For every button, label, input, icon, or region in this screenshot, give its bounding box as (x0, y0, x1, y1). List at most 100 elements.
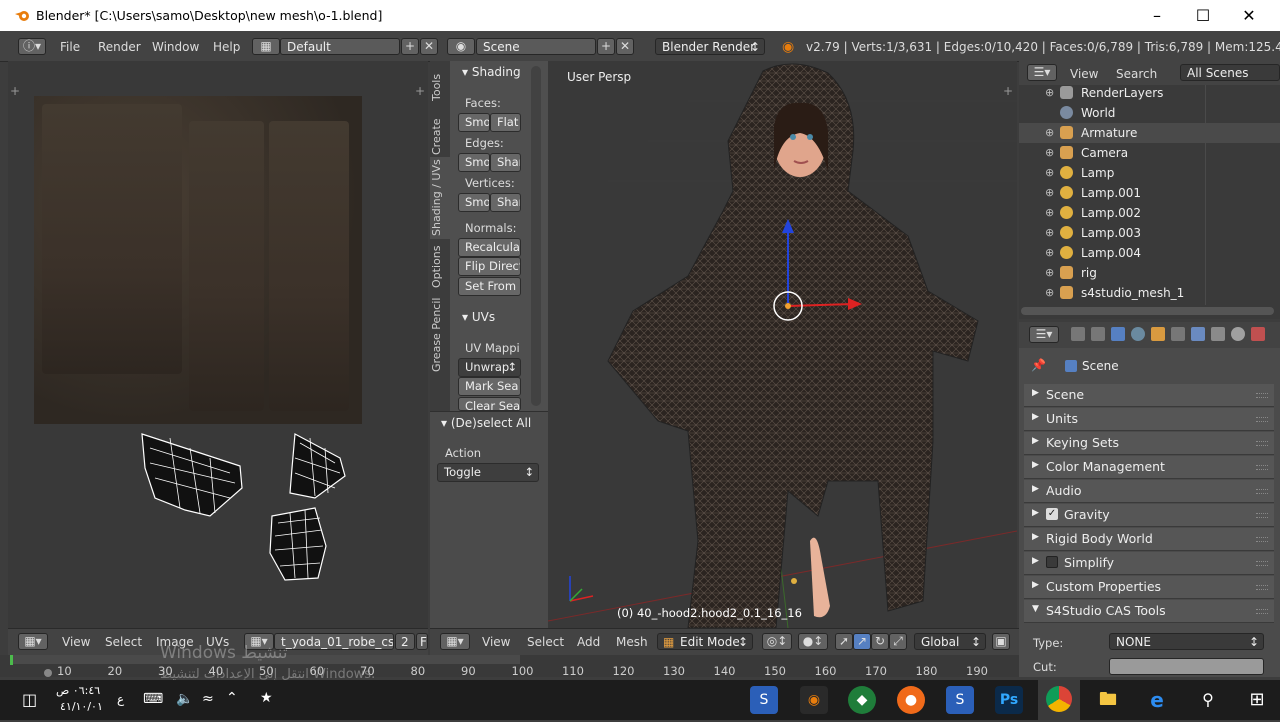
action-select[interactable]: Toggle ↕ (437, 463, 539, 482)
render-engine-select[interactable]: Blender Render ↕ (655, 38, 765, 55)
sims4studio-second-icon[interactable]: S (946, 686, 974, 714)
expand-plus-icon[interactable]: ⊕ (1045, 206, 1054, 219)
panel-keying-sets[interactable]: ▶ Keying Sets (1024, 432, 1274, 455)
tool-shelf-scrollbar[interactable] (531, 66, 541, 406)
file-explorer-icon[interactable]: 🖿 (1094, 686, 1122, 714)
outliner-row-armature[interactable]: ⊕ Armature (1019, 123, 1280, 143)
edge-icon[interactable]: e (1143, 686, 1171, 714)
outliner-row-lamp003[interactable]: ⊕ Lamp.003 (1019, 223, 1280, 243)
panel-grip-icon[interactable] (1256, 561, 1268, 566)
uv-editor-type-button[interactable]: ▦▾ (18, 633, 48, 650)
expand-plus-icon[interactable]: ⊕ (1045, 266, 1054, 279)
panel-grip-icon[interactable] (1256, 537, 1268, 542)
outliner-row-lamp[interactable]: ⊕ Lamp (1019, 163, 1280, 183)
vertices-sharp-button[interactable]: Shar (490, 193, 521, 212)
tab-shading-uvs[interactable]: Shading / UVs (430, 157, 450, 239)
properties-editor-type-button[interactable]: ☰▾ (1029, 326, 1059, 343)
region-expand-plus-icon-right[interactable]: + (415, 84, 425, 98)
panel-grip-icon[interactable] (1256, 441, 1268, 446)
expand-plus-icon[interactable]: ⊕ (1045, 246, 1054, 259)
outliner-row-rig[interactable]: ⊕ rig (1019, 263, 1280, 283)
uv-menu-select[interactable]: Select (105, 635, 142, 649)
panel-units[interactable]: ▶ Units (1024, 408, 1274, 431)
tab-tools[interactable]: Tools (430, 65, 450, 109)
faces-flat-button[interactable]: Flat (490, 113, 521, 132)
edges-smooth-button[interactable]: Smo (458, 153, 490, 172)
uv-menu-view[interactable]: View (62, 635, 90, 649)
region-expand-plus-icon[interactable]: + (10, 84, 20, 98)
layer-toggle-icon[interactable]: ▣ (992, 633, 1010, 650)
outliner-row-lamp004[interactable]: ⊕ Lamp.004 (1019, 243, 1280, 263)
volume-icon[interactable]: 🔈 (176, 691, 193, 707)
notification-center-icon[interactable]: ◫ (22, 690, 37, 709)
menu-help[interactable]: Help (213, 40, 240, 54)
panel-grip-icon[interactable] (1256, 465, 1268, 470)
data-tab-icon[interactable] (1211, 327, 1225, 341)
panel-rigid-body-world[interactable]: ▶ Rigid Body World (1024, 528, 1274, 551)
scene-field[interactable]: Scene (476, 38, 596, 55)
menu-render[interactable]: Render (98, 40, 141, 54)
expand-plus-icon[interactable]: ⊕ (1045, 146, 1054, 159)
panel-grip-icon[interactable] (1256, 417, 1268, 422)
uvs-panel-header[interactable]: ▾ UVs (462, 310, 495, 324)
current-frame-marker[interactable] (10, 655, 13, 665)
scene-tab-icon[interactable] (1111, 327, 1125, 341)
outliner-row-s4studio-mesh[interactable]: ⊕ s4studio_mesh_1 (1019, 283, 1280, 303)
panel-scene[interactable]: ▶ Scene (1024, 384, 1274, 407)
viewport-region-plus-icon[interactable]: + (1003, 84, 1013, 98)
panel-custom-properties[interactable]: ▶ Custom Properties (1024, 576, 1274, 599)
expand-plus-icon[interactable]: ⊕ (1045, 166, 1054, 179)
simplify-checkbox[interactable] (1046, 556, 1058, 568)
object-tab-icon[interactable] (1151, 327, 1165, 341)
texture-tab-icon[interactable] (1251, 327, 1265, 341)
operator-panel-header[interactable]: ▾ (De)select All (441, 416, 531, 430)
viewport-menu-view[interactable]: View (482, 635, 510, 649)
outliner-row-lamp002[interactable]: ⊕ Lamp.002 (1019, 203, 1280, 223)
screen-layout-field[interactable]: Default (280, 38, 400, 55)
flip-direction-button[interactable]: Flip Direct (458, 257, 521, 276)
panel-gravity[interactable]: ▶ ✓ Gravity (1024, 504, 1274, 527)
tab-grease-pencil[interactable]: Grease Pencil (430, 295, 450, 375)
maximize-button[interactable]: ☐ (1180, 0, 1226, 31)
sims4studio-icon[interactable]: S (750, 686, 778, 714)
clear-seam-button[interactable]: Clear Sea (458, 397, 521, 411)
unwrap-menu-button[interactable]: Unwrap ↕ (458, 358, 521, 377)
panel-color-management[interactable]: ▶ Color Management (1024, 456, 1274, 479)
world-tab-icon[interactable] (1131, 327, 1145, 341)
image-users-count[interactable]: 2 (395, 633, 415, 650)
show-hidden-icons-chevron-icon[interactable]: ⌃ (226, 690, 238, 706)
expand-plus-icon[interactable]: ⊕ (1045, 86, 1054, 99)
viewport-menu-select[interactable]: Select (527, 635, 564, 649)
add-layout-button[interactable]: + (401, 38, 419, 55)
add-scene-button[interactable]: + (597, 38, 615, 55)
panel-grip-icon[interactable] (1256, 489, 1268, 494)
scale-manipulator-icon[interactable]: ⤢ (889, 633, 907, 650)
panel-s4studio-cas-tools[interactable]: ▼ S4Studio CAS Tools (1024, 600, 1274, 623)
panel-grip-icon[interactable] (1256, 393, 1268, 398)
shading-panel-header[interactable]: ▾ Shading (462, 65, 521, 79)
render-layers-tab-icon[interactable] (1091, 327, 1105, 341)
viewport-editor-type-button[interactable]: ▦▾ (440, 633, 470, 650)
modifiers-tab-icon[interactable] (1191, 327, 1205, 341)
sims-plumbob-icon[interactable]: ◆ (848, 686, 876, 714)
faces-smooth-button[interactable]: Smo (458, 113, 490, 132)
viewport-shading-button[interactable]: ●↕ (798, 633, 828, 650)
tab-options[interactable]: Options (430, 241, 450, 293)
outliner-row-camera[interactable]: ⊕ Camera (1019, 143, 1280, 163)
menu-file[interactable]: File (60, 40, 80, 54)
origin-icon[interactable]: ● (897, 686, 925, 714)
remove-scene-button[interactable]: ✕ (616, 38, 634, 55)
viewport-menu-mesh[interactable]: Mesh (616, 635, 648, 649)
menu-window[interactable]: Window (152, 40, 199, 54)
chrome-active-task[interactable] (1038, 680, 1080, 720)
outliner-row-lamp001[interactable]: ⊕ Lamp.001 (1019, 183, 1280, 203)
keyboard-icon[interactable]: ⌨ (143, 691, 163, 707)
fake-user-button[interactable]: F (416, 633, 428, 650)
panel-audio[interactable]: ▶ Audio (1024, 480, 1274, 503)
manipulator-toggle-icon[interactable]: ➚ (835, 633, 853, 650)
panel-grip-icon[interactable] (1256, 585, 1268, 590)
edges-sharp-button[interactable]: Shar (490, 153, 521, 172)
windows-start-icon[interactable]: ⊞ (1243, 686, 1271, 714)
expand-plus-icon[interactable]: ⊕ (1045, 286, 1054, 299)
3d-viewport[interactable] (548, 61, 1017, 628)
